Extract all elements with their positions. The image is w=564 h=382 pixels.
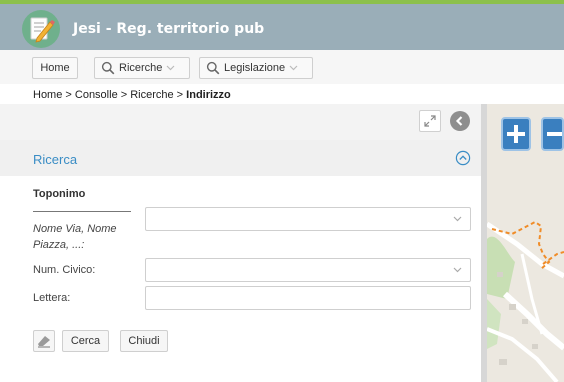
zoom-out-button[interactable] bbox=[541, 117, 564, 151]
breadcrumb: Home > Consolle > Ricerche > Indirizzo bbox=[33, 89, 231, 101]
ricerche-menu-label: Ricerche bbox=[119, 62, 163, 74]
lettera-label: Lettera: bbox=[33, 292, 71, 304]
magnifier-icon bbox=[101, 61, 115, 75]
breadcrumb-current: Indirizzo bbox=[186, 89, 231, 101]
top-toolbar: Home Ricerche Legislazione bbox=[0, 50, 564, 84]
ricerca-section-header[interactable]: Ricerca bbox=[0, 140, 481, 176]
nome-via-label-line2: Piazza, ...: bbox=[33, 239, 85, 251]
panel-tools-bar bbox=[0, 104, 481, 140]
plus-icon bbox=[507, 125, 525, 143]
chiudi-button[interactable]: Chiudi bbox=[120, 330, 168, 352]
chevron-up-circle-icon[interactable] bbox=[455, 150, 471, 166]
ricerche-menu-button[interactable]: Ricerche bbox=[94, 57, 190, 79]
civico-select[interactable] bbox=[145, 258, 471, 282]
civico-label: Num. Civico: bbox=[33, 264, 96, 276]
chevron-down-icon bbox=[166, 65, 175, 71]
breadcrumb-path[interactable]: Home > Consolle > Ricerche > bbox=[33, 89, 186, 101]
chevron-down-icon bbox=[453, 216, 462, 222]
chevron-down-icon bbox=[453, 267, 462, 273]
chevron-down-icon bbox=[289, 65, 298, 71]
group-divider bbox=[33, 211, 131, 212]
legislazione-menu-button[interactable]: Legislazione bbox=[199, 57, 313, 79]
app-header: Jesi - Reg. territorio pub bbox=[0, 4, 564, 50]
toponimo-group-title: Toponimo bbox=[33, 188, 86, 200]
magnifier-icon bbox=[206, 61, 220, 75]
lettera-input[interactable] bbox=[145, 286, 471, 310]
chiudi-button-label: Chiudi bbox=[128, 335, 160, 347]
home-button[interactable]: Home bbox=[32, 57, 78, 79]
legislazione-menu-label: Legislazione bbox=[224, 62, 286, 74]
zoom-in-button[interactable] bbox=[501, 117, 531, 151]
minus-icon bbox=[547, 132, 562, 136]
cerca-button[interactable]: Cerca bbox=[62, 330, 109, 352]
home-button-label: Home bbox=[40, 62, 70, 74]
section-title: Ricerca bbox=[33, 152, 78, 167]
nome-via-select[interactable] bbox=[145, 207, 471, 231]
nome-via-label-line1: Nome Via, Nome bbox=[33, 223, 117, 235]
document-pen-icon[interactable] bbox=[22, 10, 60, 48]
nome-via-label: Nome Via, Nome Piazza, ...: bbox=[33, 221, 117, 253]
cerca-button-label: Cerca bbox=[70, 335, 101, 347]
expand-arrows-icon[interactable] bbox=[419, 110, 441, 132]
eraser-icon[interactable] bbox=[33, 330, 55, 352]
back-circle-icon[interactable] bbox=[450, 111, 470, 131]
app-title: Jesi - Reg. territorio pub bbox=[73, 21, 265, 37]
